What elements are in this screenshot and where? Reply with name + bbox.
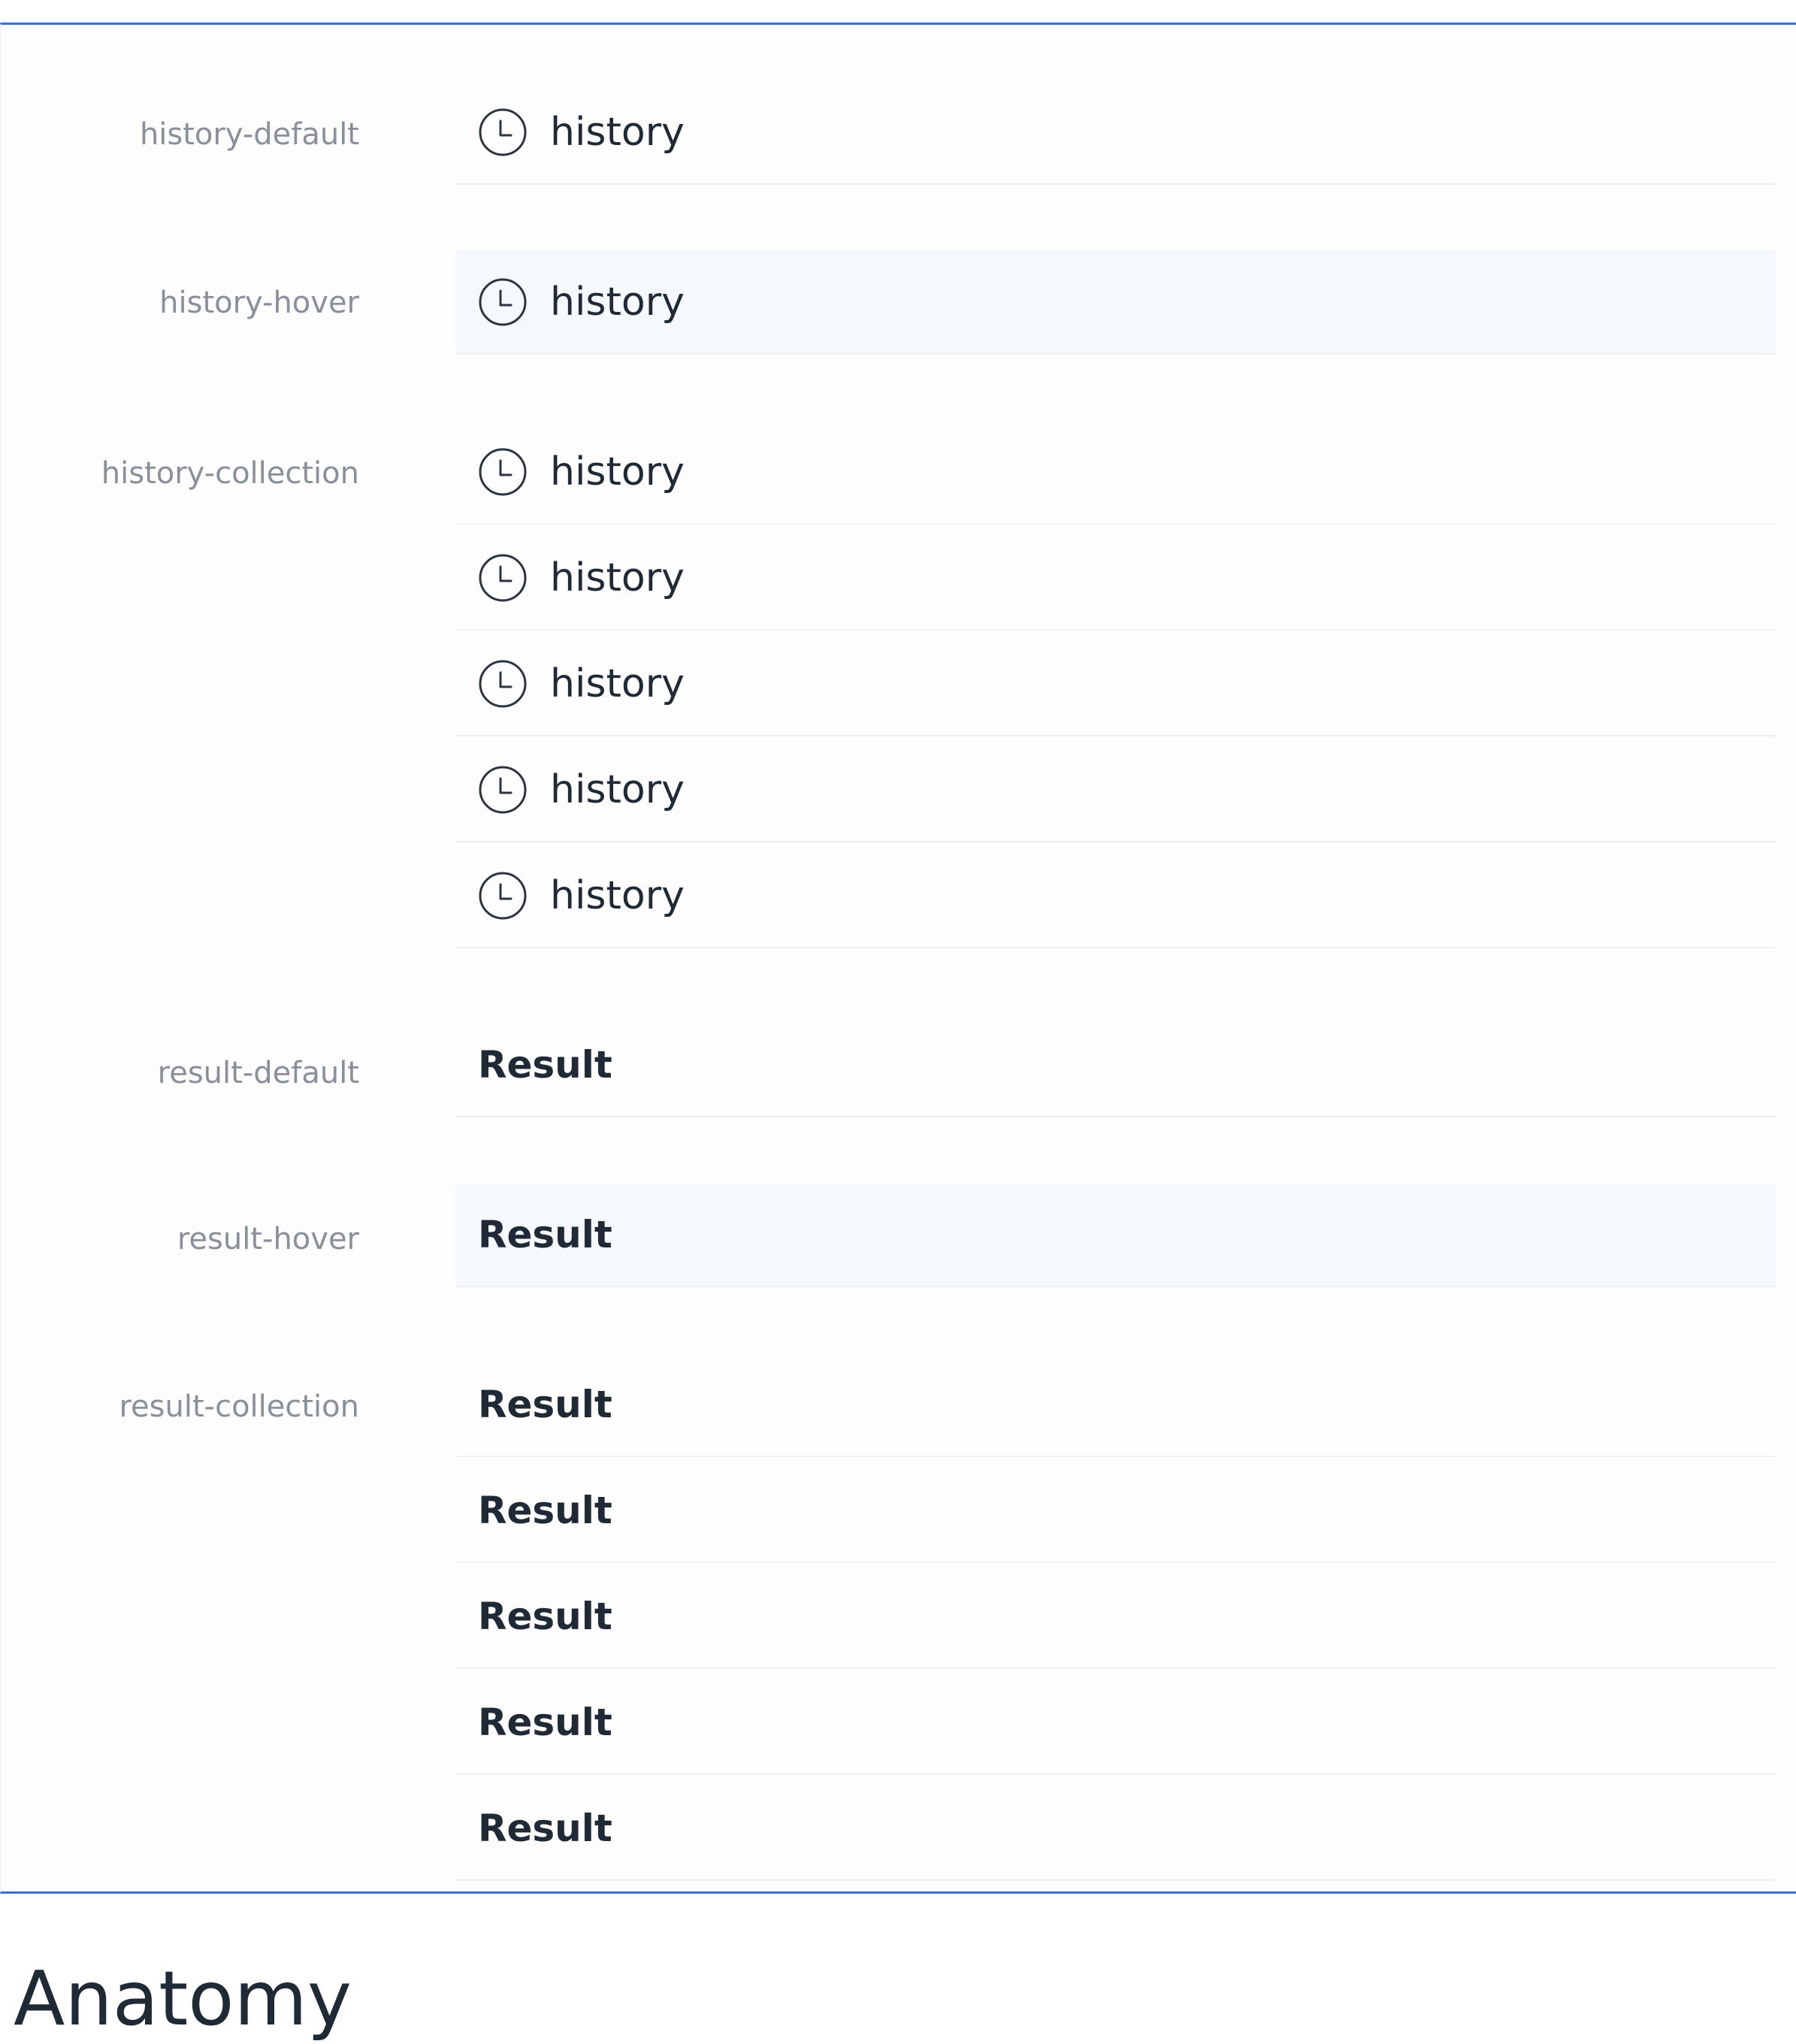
clock-icon xyxy=(479,108,527,156)
result-item[interactable]: Result xyxy=(455,1565,1776,1669)
history-text: history xyxy=(550,280,685,325)
result-text: Result xyxy=(478,1595,612,1638)
result-item[interactable]: Result xyxy=(455,1777,1776,1881)
variant-label: result-collection xyxy=(119,1389,359,1424)
result-item[interactable]: Result xyxy=(455,1459,1776,1563)
history-text: history xyxy=(550,110,685,155)
result-item[interactable]: Result xyxy=(455,1353,1776,1457)
result-text: Result xyxy=(478,1383,612,1426)
variant-label: history-hover xyxy=(159,286,359,320)
variant-label: history-collection xyxy=(101,456,359,491)
clock-icon xyxy=(479,554,527,602)
result-text: Result xyxy=(478,1807,612,1850)
clock-icon xyxy=(479,660,527,708)
result-item[interactable]: Result xyxy=(455,1671,1776,1775)
history-item-hovered[interactable]: history xyxy=(455,251,1776,355)
clock-icon xyxy=(479,278,527,326)
variant-label: result-hover xyxy=(177,1222,359,1256)
component-showcase-frame: history-default history history-hover hi… xyxy=(0,23,1796,1894)
history-item[interactable]: history xyxy=(455,739,1776,842)
clock-icon xyxy=(479,872,527,920)
history-item[interactable]: history xyxy=(455,633,1776,736)
section-heading: Anatomy xyxy=(14,1955,352,2042)
history-item[interactable]: history xyxy=(455,81,1776,185)
history-text: history xyxy=(550,661,685,706)
result-text: Result xyxy=(478,1043,612,1087)
history-text: history xyxy=(550,873,685,918)
history-item[interactable]: history xyxy=(455,421,1776,525)
result-text: Result xyxy=(478,1213,612,1256)
variant-label: result-default xyxy=(157,1056,359,1090)
result-text: Result xyxy=(478,1701,612,1744)
variant-label: history-default xyxy=(139,117,359,152)
history-text: history xyxy=(550,555,685,600)
result-item-hovered[interactable]: Result xyxy=(455,1184,1776,1287)
clock-icon xyxy=(479,448,527,496)
history-item[interactable]: history xyxy=(455,845,1776,948)
history-text: history xyxy=(550,449,685,494)
history-text: history xyxy=(550,767,685,812)
history-item[interactable]: history xyxy=(455,527,1776,630)
clock-icon xyxy=(479,766,527,814)
result-text: Result xyxy=(478,1489,612,1532)
result-item[interactable]: Result xyxy=(455,1014,1776,1117)
